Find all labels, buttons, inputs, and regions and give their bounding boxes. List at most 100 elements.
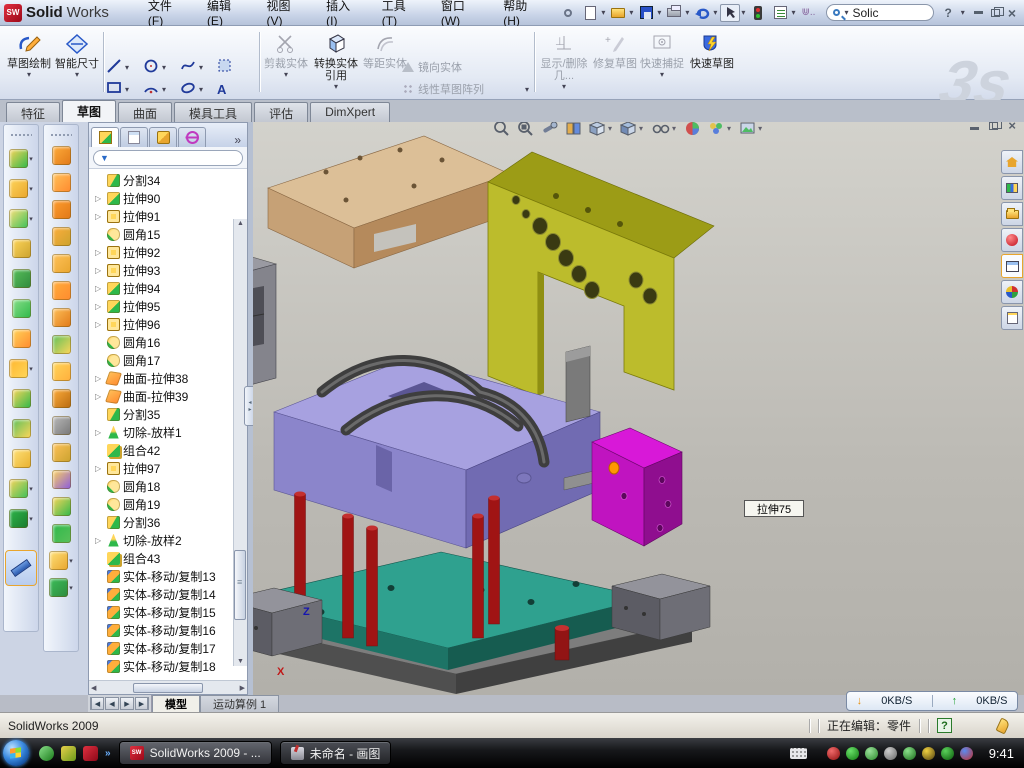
feature-tool-button[interactable]: ▾ — [12, 269, 31, 288]
expand-arrow-icon[interactable]: ▷ — [95, 464, 104, 473]
tool-dropdown-caret[interactable]: ▾ — [29, 365, 33, 373]
trim-entities-button[interactable]: 剪裁实体 ▾ — [263, 28, 309, 96]
text-icon[interactable]: A — [217, 82, 226, 97]
sketch-button[interactable]: 草图绘制 ▾ — [6, 28, 52, 96]
feature-tool-button[interactable]: ▾ — [9, 479, 33, 498]
rectangle-dropdown-caret[interactable]: ▾ — [125, 85, 129, 94]
quick-launch-messenger-icon[interactable] — [39, 746, 54, 761]
tool-dropdown-caret[interactable]: ▾ — [29, 155, 33, 163]
arc-icon[interactable] — [143, 80, 159, 99]
feature-tree-item[interactable]: ▷分割34 — [95, 171, 247, 189]
feature-tree-item[interactable]: ▷拉伸97 — [95, 459, 247, 477]
spline-dropdown-caret[interactable]: ▾ — [199, 63, 203, 72]
file-explorer-tab[interactable] — [1001, 202, 1023, 226]
mold-tool-button[interactable]: ▾ — [52, 497, 71, 516]
rebuild-traffic-light-icon[interactable] — [748, 4, 768, 22]
display-delete-relations-button[interactable]: ⊥ 显示/删除几... ▾ — [538, 28, 590, 96]
sketch-dropdown-caret[interactable]: ▾ — [27, 70, 31, 79]
feature-tool-button[interactable]: ▾ — [12, 449, 31, 468]
new-document-icon[interactable] — [580, 4, 600, 22]
arc-dropdown-caret[interactable]: ▾ — [162, 85, 166, 94]
feature-tree-item[interactable]: ▷实体-移动/复制14 — [95, 585, 247, 603]
rectangle-icon[interactable] — [106, 80, 122, 99]
appearance-icon[interactable]: ⋓.. — [798, 4, 818, 22]
expand-arrow-icon[interactable]: ▷ — [95, 212, 104, 221]
manager-overflow-chevron[interactable]: » — [230, 133, 245, 147]
feature-tree-item[interactable]: ▷实体-移动/复制17 — [95, 639, 247, 657]
mold-tool-button[interactable]: ▾ — [52, 308, 71, 327]
ribbon-tab[interactable]: 曲面 — [118, 102, 172, 122]
feature-tree-item[interactable]: ▷切除-放样2 — [95, 531, 247, 549]
doc-restore-button[interactable] — [989, 122, 998, 130]
circle-icon[interactable] — [143, 58, 159, 77]
mold-tool-button[interactable]: ▾ — [52, 335, 71, 354]
nav-first-button[interactable]: ◀ — [90, 697, 104, 710]
feature-tree-item[interactable]: ▷圆角17 — [95, 351, 247, 369]
hide-show-items-icon[interactable]: ▾ — [651, 122, 677, 137]
view-settings-caret[interactable]: ▾ — [758, 124, 762, 133]
scroll-up-icon[interactable]: ▲ — [237, 220, 244, 227]
hscrollbar-thumb[interactable] — [133, 683, 203, 693]
view-settings-icon[interactable]: ▾ — [739, 122, 763, 137]
taskbar-button-solidworks[interactable]: SW SolidWorks 2009 - ... — [119, 741, 272, 765]
ellipse-dropdown-caret[interactable]: ▾ — [199, 85, 203, 94]
select-dropdown-caret[interactable]: ▾ — [741, 8, 745, 17]
feature-tree-item[interactable]: ▷实体-移动/复制18 — [95, 657, 247, 675]
display-style-icon[interactable]: ▾ — [620, 122, 644, 137]
tool-dropdown-caret[interactable]: ▾ — [69, 557, 73, 565]
hide-show-caret[interactable]: ▾ — [672, 124, 676, 133]
mold-tool-button[interactable]: ▾ — [52, 389, 71, 408]
tool-dropdown-caret[interactable]: ▾ — [29, 185, 33, 193]
zoom-fit-icon[interactable] — [493, 122, 510, 137]
quick-launch-app-icon[interactable] — [61, 746, 76, 761]
apply-scene-caret[interactable]: ▾ — [727, 124, 731, 133]
tool-dropdown-caret[interactable]: ▾ — [29, 515, 33, 523]
model-tab[interactable]: 模型 — [152, 695, 200, 712]
search-box[interactable]: ▾ Solic — [826, 4, 934, 21]
tray-icon[interactable] — [941, 747, 954, 760]
tray-icon[interactable] — [960, 747, 973, 760]
property-manager-tab[interactable] — [120, 127, 148, 147]
tray-icon[interactable] — [865, 747, 878, 760]
view-orientation-icon[interactable]: ▾ — [589, 122, 613, 137]
open-dropdown-caret[interactable]: ▾ — [629, 8, 633, 17]
edit-appearance-icon[interactable] — [684, 122, 701, 137]
tool-dropdown-caret[interactable]: ▾ — [29, 215, 33, 223]
feature-tree-item[interactable]: ▷拉伸91 — [95, 207, 247, 225]
feature-tree-item[interactable]: ▷曲面-拉伸38 — [95, 369, 247, 387]
doc-close-button[interactable]: × — [1008, 122, 1016, 133]
print-dropdown-caret[interactable]: ▾ — [685, 8, 689, 17]
apply-scene-icon[interactable]: ▾ — [708, 122, 732, 137]
search-dropdown-caret[interactable]: ▾ — [844, 8, 848, 17]
trim-region-icon[interactable] — [217, 58, 233, 77]
close-button[interactable]: × — [1008, 5, 1016, 21]
spline-icon[interactable] — [180, 58, 196, 77]
configuration-manager-tab[interactable] — [149, 127, 177, 147]
smart-dimension-dropdown-caret[interactable]: ▾ — [75, 70, 79, 79]
save-dropdown-caret[interactable]: ▾ — [657, 8, 661, 17]
new-dropdown-caret[interactable]: ▾ — [601, 8, 605, 17]
tree-scrollbar-thumb[interactable] — [234, 550, 246, 620]
custom-properties-tab[interactable] — [1001, 306, 1023, 330]
tree-horizontal-scrollbar[interactable]: ◀ ▶ — [89, 680, 247, 694]
expand-arrow-icon[interactable]: ▷ — [95, 536, 104, 545]
quick-launch-solidworks-icon[interactable] — [83, 746, 98, 761]
feature-tree-item[interactable]: ▷拉伸95 — [95, 297, 247, 315]
view-palette-tab[interactable] — [1001, 254, 1023, 278]
feature-tree-item[interactable]: ▷分割36 — [95, 513, 247, 531]
feature-tree-item[interactable]: ▷拉伸94 — [95, 279, 247, 297]
options-dropdown-caret[interactable]: ▾ — [791, 8, 795, 17]
quick-launch-overflow-chevron[interactable]: » — [105, 748, 111, 759]
ribbon-tab[interactable]: 特征 — [6, 102, 60, 122]
expand-arrow-icon[interactable]: ▷ — [95, 284, 104, 293]
feature-tool-button[interactable]: ▾ — [12, 299, 31, 318]
pin-icon[interactable] — [558, 4, 578, 22]
linear-pattern-button[interactable]: 线性草图阵列▾ — [402, 78, 530, 100]
scroll-down-icon[interactable]: ▼ — [237, 658, 244, 665]
dimxpert-manager-tab[interactable] — [178, 127, 206, 147]
minimize-button[interactable] — [974, 11, 983, 14]
help-button[interactable]: ? — [944, 6, 951, 20]
display-style-caret[interactable]: ▾ — [639, 124, 643, 133]
tool-dropdown-caret[interactable]: ▾ — [29, 485, 33, 493]
options-icon[interactable] — [770, 4, 790, 22]
